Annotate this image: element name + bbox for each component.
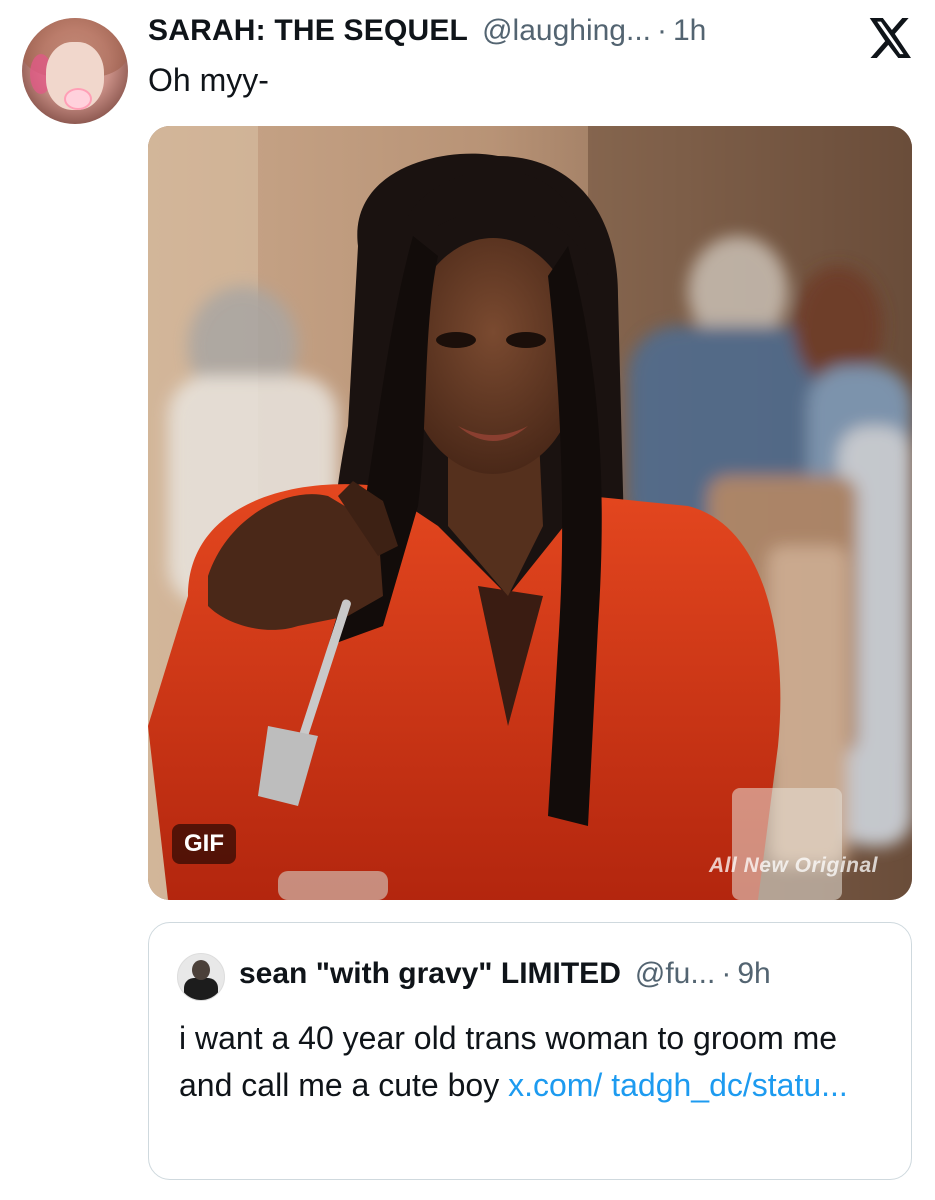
- quoted-tweet-link[interactable]: x.com/ tadgh_dc/statu...: [508, 1067, 848, 1103]
- separator-dot: ·: [657, 14, 667, 47]
- quoted-avatar-shirt: [184, 978, 218, 1000]
- quoted-author-handle[interactable]: @fu...: [635, 957, 715, 991]
- avatar-pacifier: [64, 88, 92, 110]
- quoted-avatar-head: [192, 960, 210, 980]
- author-handle[interactable]: @laughing...: [482, 14, 651, 48]
- quoted-tweet-timestamp[interactable]: 9h: [737, 957, 770, 991]
- quoted-tweet-card[interactable]: sean "with gravy" LIMITED @fu... · 9h i …: [148, 922, 912, 1180]
- gif-badge[interactable]: GIF: [172, 824, 236, 864]
- quoted-author-avatar[interactable]: [177, 953, 225, 1001]
- tweet-text: Oh myy-: [148, 62, 269, 98]
- quoted-tweet-text: i want a 40 year old trans woman to groo…: [179, 1015, 885, 1109]
- quoted-separator-dot: ·: [721, 957, 732, 990]
- gif-media[interactable]: GIF All New Original: [148, 126, 912, 900]
- quoted-tweet-header: sean "with gravy" LIMITED @fu... · 9h: [239, 957, 887, 991]
- author-avatar[interactable]: [22, 18, 128, 124]
- tweet-header: SARAH: THE SEQUEL @laughing... · 1h: [148, 14, 865, 56]
- x-logo-icon[interactable]: [869, 18, 913, 58]
- gif-frame-illustration: [148, 126, 912, 900]
- media-watermark: All New Original: [708, 854, 878, 877]
- tweet-timestamp[interactable]: 1h: [673, 14, 706, 48]
- author-name[interactable]: SARAH: THE SEQUEL: [148, 14, 468, 48]
- quoted-author-name[interactable]: sean "with gravy" LIMITED: [239, 957, 621, 991]
